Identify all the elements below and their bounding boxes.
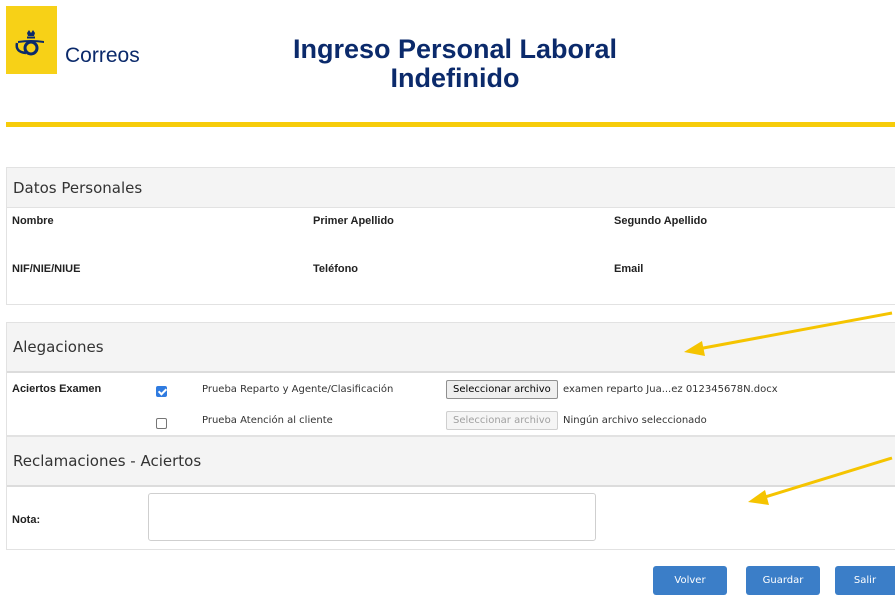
nombre-label: Nombre <box>12 215 54 227</box>
reparto-checkbox[interactable] <box>156 386 167 397</box>
header-divider <box>6 122 895 127</box>
volver-button[interactable]: Volver <box>653 566 727 595</box>
nota-textarea[interactable] <box>148 493 596 541</box>
atencion-cliente-file-button[interactable]: Seleccionar archivo <box>446 411 558 430</box>
page-title-line1: Ingreso Personal Laboral <box>292 34 618 64</box>
email-label: Email <box>614 263 644 275</box>
arrow-reclamaciones-icon <box>748 456 893 505</box>
page-title-line2: Indefinido <box>390 63 520 93</box>
reparto-file-name: examen reparto Jua...ez 012345678N.docx <box>563 384 778 395</box>
reparto-label: Prueba Reparto y Agente/Clasificación <box>202 384 394 395</box>
primer-apellido-label: Primer Apellido <box>313 215 394 227</box>
segundo-apellido-label: Segundo Apellido <box>614 215 708 227</box>
page-title: Ingreso Personal Laboral Indefinido <box>250 35 660 93</box>
correos-logo <box>6 6 57 74</box>
guardar-button[interactable]: Guardar <box>746 566 820 595</box>
datos-personales-header: Datos Personales <box>7 168 895 208</box>
atencion-cliente-checkbox[interactable] <box>156 418 167 429</box>
datos-personales-panel: Datos Personales Nombre Primer Apellido … <box>6 167 895 305</box>
atencion-cliente-label: Prueba Atención al cliente <box>202 415 333 426</box>
salir-button[interactable]: Salir <box>835 566 895 595</box>
post-horn-crown-icon <box>15 30 44 56</box>
telefono-label: Teléfono <box>313 263 359 275</box>
logo-text: Correos <box>65 44 140 67</box>
nif-label: NIF/NIE/NIUE <box>12 263 81 275</box>
reparto-file-button[interactable]: Seleccionar archivo <box>446 380 558 399</box>
aciertos-examen-label: Aciertos Examen <box>12 383 102 395</box>
arrow-alegaciones-icon <box>684 311 893 356</box>
nota-label: Nota: <box>12 514 41 526</box>
atencion-cliente-file-name: Ningún archivo seleccionado <box>563 415 707 426</box>
